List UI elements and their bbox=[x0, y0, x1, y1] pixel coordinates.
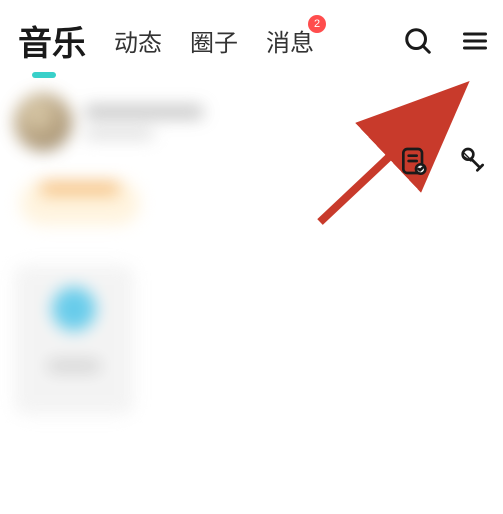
tab-messages[interactable]: 消息 2 bbox=[266, 23, 314, 58]
blurred-content-area bbox=[0, 75, 503, 433]
mic-icon[interactable] bbox=[455, 144, 489, 178]
floating-action-icons bbox=[397, 144, 489, 178]
feed-text-placeholder bbox=[84, 105, 489, 139]
feed-item bbox=[14, 93, 489, 151]
tab-feed[interactable]: 动态 bbox=[114, 23, 162, 58]
content-card bbox=[14, 265, 134, 415]
avatar bbox=[14, 93, 72, 151]
top-nav: 音乐 动态 圈子 消息 2 bbox=[0, 0, 503, 75]
tab-music[interactable]: 音乐 bbox=[18, 16, 86, 65]
menu-icon[interactable] bbox=[461, 27, 489, 55]
tab-circle[interactable]: 圈子 bbox=[190, 23, 238, 58]
messages-badge: 2 bbox=[308, 15, 326, 33]
note-icon[interactable] bbox=[397, 144, 431, 178]
search-icon[interactable] bbox=[403, 26, 433, 56]
action-pill bbox=[20, 181, 140, 225]
tab-messages-label: 消息 bbox=[266, 30, 314, 57]
